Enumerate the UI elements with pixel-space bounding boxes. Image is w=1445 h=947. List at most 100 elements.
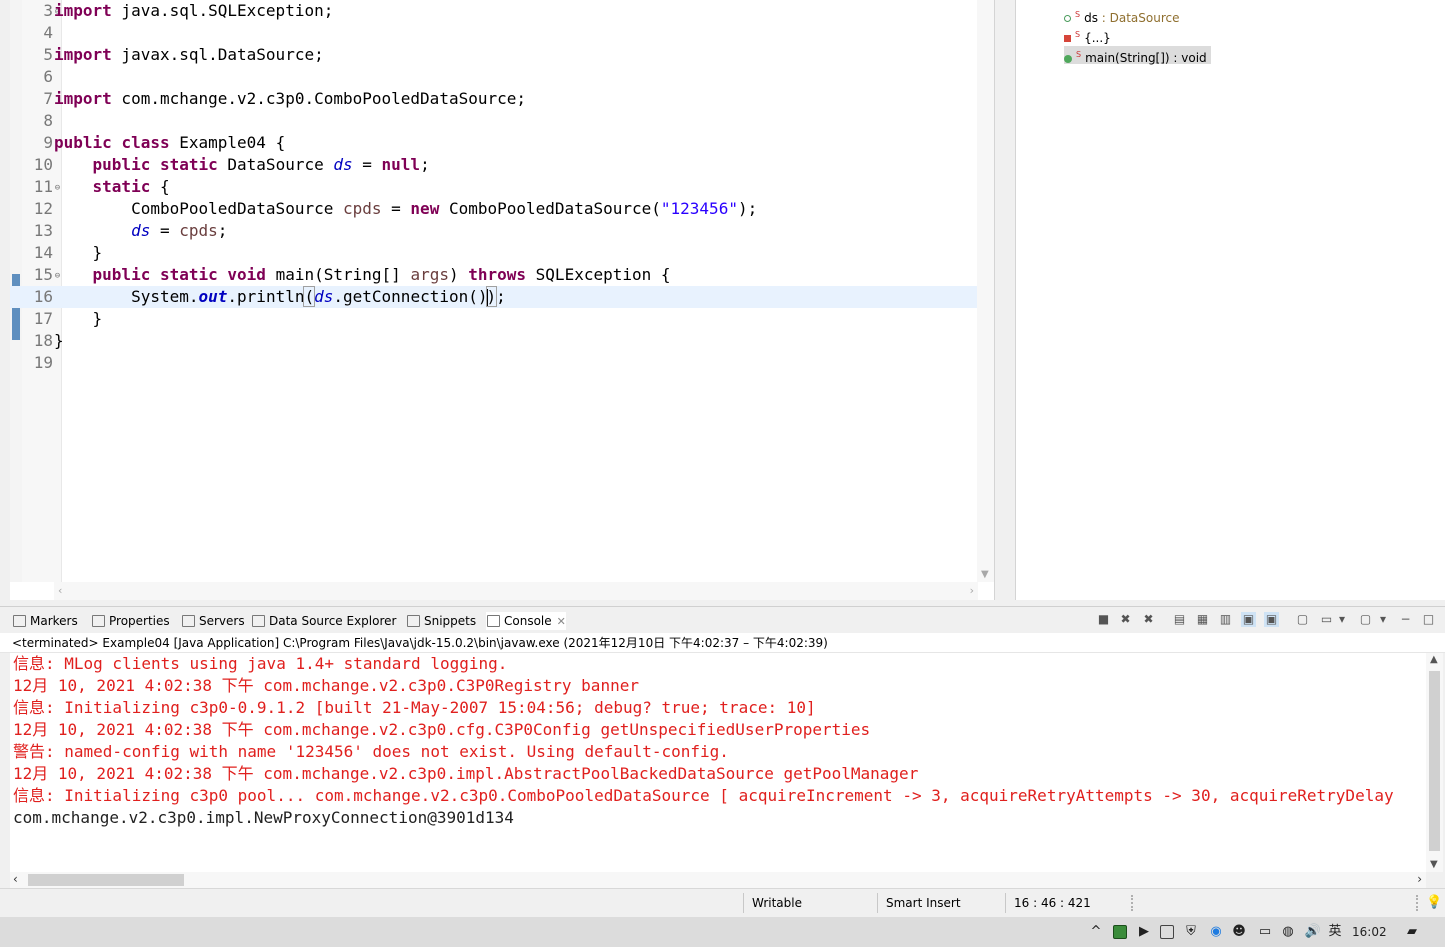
scroll-left-arrow-icon[interactable]: ‹ <box>58 584 62 597</box>
console-horizontal-scrollbar[interactable]: ‹ › <box>10 872 1426 888</box>
chevron-down-icon[interactable]: ▾ <box>1337 612 1347 627</box>
globe-icon[interactable]: ◍ <box>1280 924 1296 940</box>
console-line: 12月 10, 2021 4:02:38 下午 com.mchange.v2.c… <box>13 676 639 695</box>
volume-icon[interactable]: 🔊 <box>1304 924 1322 940</box>
static-modifier-badge: S <box>1075 30 1081 39</box>
scroll-right-arrow-icon[interactable]: › <box>970 584 974 597</box>
show-on-stdout-icon[interactable]: ▣ <box>1241 612 1256 627</box>
qq-icon[interactable]: ☻ <box>1231 924 1247 940</box>
security-shield-icon[interactable]: ⛨ <box>1183 924 1199 940</box>
code-token: System. <box>54 287 199 306</box>
battery-icon[interactable]: ▭ <box>1257 924 1273 940</box>
nvidia-icon[interactable] <box>1113 925 1127 939</box>
code-line[interactable]: 17 } <box>10 308 978 330</box>
insert-mode-status[interactable]: Smart Insert <box>877 893 1005 913</box>
code-token: import <box>54 45 112 64</box>
lightbulb-icon[interactable]: 💡 <box>1426 895 1442 910</box>
tab-console[interactable]: Console ✕ <box>486 612 566 630</box>
code-token: main(String[] <box>265 265 411 284</box>
input-method-indicator[interactable]: 英 <box>1327 924 1343 940</box>
line-number: 9 <box>43 133 53 152</box>
terminate-icon[interactable]: ■ <box>1096 612 1111 627</box>
editor-vertical-scrollbar[interactable]: ▼ <box>977 0 994 582</box>
line-number: 3 <box>43 1 53 20</box>
scrollbar-thumb[interactable] <box>1429 671 1440 851</box>
code-token: .getConnection() <box>333 287 488 306</box>
scroll-right-arrow-icon[interactable]: › <box>1417 872 1422 886</box>
code-token: public <box>92 155 151 174</box>
field-icon <box>1064 15 1071 22</box>
code-line[interactable]: 12 ComboPooledDataSource cpds = new Comb… <box>10 198 978 220</box>
network-monitor-icon[interactable] <box>1160 925 1174 939</box>
code-line[interactable]: 19 <box>10 352 978 374</box>
open-console-icon[interactable]: ▢ <box>1358 612 1373 627</box>
tab-snippets[interactable]: Snippets <box>406 612 476 630</box>
code-token: } <box>54 331 64 350</box>
outline-item[interactable]: Sds : DataSource <box>1064 6 1180 25</box>
code-token: ) <box>485 286 498 307</box>
code-line[interactable]: 3 ⊖ import java.sql.SQLException; <box>10 0 978 22</box>
maximize-icon[interactable]: □ <box>1421 612 1436 627</box>
remove-launch-icon[interactable]: ✖ <box>1118 612 1133 627</box>
code-area[interactable]: 3 ⊖ import java.sql.SQLException; 4 5 import … <box>10 0 978 374</box>
tab-data-source-explorer[interactable]: Data Source Explorer <box>251 612 396 630</box>
outline-item[interactable]: Smain(String[]) : void <box>1064 46 1211 65</box>
browser-icon[interactable]: ◉ <box>1208 924 1224 940</box>
code-line[interactable]: 9 public class Example04 { <box>10 132 978 154</box>
code-token: public <box>54 133 112 152</box>
minimize-icon[interactable]: − <box>1398 612 1413 627</box>
console-line: 12月 10, 2021 4:02:38 下午 com.mchange.v2.c… <box>13 764 919 783</box>
scroll-left-arrow-icon[interactable]: ‹ <box>13 872 18 886</box>
chevron-down-icon[interactable]: ▾ <box>1378 612 1388 627</box>
console-output[interactable]: 信息: MLog clients using java 1.4+ standar… <box>10 653 1426 872</box>
code-token: ds <box>314 287 334 306</box>
code-line[interactable]: 18} <box>10 330 978 352</box>
line-number: 15 <box>33 265 53 284</box>
scroll-down-arrow-icon[interactable]: ▼ <box>981 569 989 580</box>
scroll-lock-icon[interactable]: ▦ <box>1195 612 1210 627</box>
display-selected-console-icon[interactable]: ▭ <box>1319 612 1334 627</box>
code-line[interactable]: 15 ⊖ public static void main(String[] arg… <box>10 264 978 286</box>
scrollbar-thumb[interactable] <box>28 874 184 886</box>
clear-console-icon[interactable]: ▤ <box>1172 612 1187 627</box>
tab-properties[interactable]: Properties <box>91 612 170 630</box>
remove-all-terminated-icon[interactable]: ✖ <box>1141 612 1156 627</box>
line-number: 11 <box>33 177 53 196</box>
scroll-up-arrow-icon[interactable]: ▲ <box>1430 654 1438 665</box>
console-line: 信息: MLog clients using java 1.4+ standar… <box>13 654 508 673</box>
close-icon[interactable]: ✕ <box>557 615 566 628</box>
system-clock[interactable]: 16:02 <box>1352 924 1387 940</box>
code-line[interactable]: 11 ⊖ static { <box>10 176 978 198</box>
notification-icon[interactable]: ▰ <box>1403 924 1421 940</box>
java-editor[interactable]: 3 ⊖ import java.sql.SQLException; 4 5 import … <box>10 0 995 600</box>
show-on-stderr-icon[interactable]: ▣ <box>1264 612 1279 627</box>
outline-item[interactable]: S {...} <box>1064 26 1111 45</box>
code-line[interactable]: 7 import com.mchange.v2.c3p0.ComboPooledD… <box>10 88 978 110</box>
code-token: javax.sql.DataSource; <box>111 45 324 64</box>
code-token: { <box>150 177 170 196</box>
code-line[interactable]: 6 <box>10 66 978 88</box>
pin-console-icon[interactable]: ▢ <box>1295 612 1310 627</box>
code-line[interactable]: 10 public static DataSource ds = null; <box>10 154 978 176</box>
code-line[interactable]: 8 <box>10 110 978 132</box>
chevron-up-icon[interactable]: ^ <box>1089 924 1103 940</box>
media-player-icon[interactable]: ▶ <box>1136 924 1152 940</box>
scroll-down-arrow-icon[interactable]: ▼ <box>1430 859 1438 870</box>
cursor-position-status[interactable]: 16 : 46 : 421 <box>1005 893 1125 913</box>
code-token: SQLException { <box>526 265 671 284</box>
console-vertical-scrollbar[interactable]: ▲ ▼ <box>1426 653 1443 872</box>
tab-markers[interactable]: Markers <box>12 612 78 630</box>
code-token: ds <box>131 221 151 240</box>
editor-horizontal-scrollbar[interactable]: ‹ › <box>54 582 978 600</box>
word-wrap-icon[interactable]: ▥ <box>1218 612 1233 627</box>
tab-servers[interactable]: Servers <box>181 612 245 630</box>
line-number: 7 <box>43 89 53 108</box>
markers-icon <box>13 615 26 627</box>
init-icon <box>1064 35 1071 42</box>
code-line[interactable]: 14 } <box>10 242 978 264</box>
code-line[interactable]: 13 ds = cpds; <box>10 220 978 242</box>
code-line[interactable]: 16 System.out.println(ds.getConnection()… <box>10 286 978 308</box>
code-line[interactable]: 4 <box>10 22 978 44</box>
code-line[interactable]: 5 import javax.sql.DataSource; <box>10 44 978 66</box>
